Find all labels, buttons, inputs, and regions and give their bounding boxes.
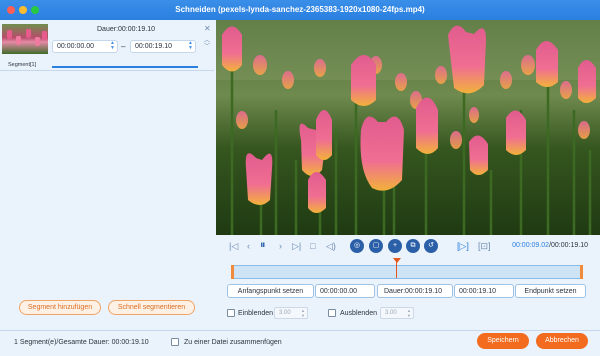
fade-in-label: Einblenden — [238, 310, 274, 317]
quick-split-button[interactable]: Schnell segmentieren — [108, 300, 195, 315]
segment-duration: Dauer:00:00:19.10 — [97, 26, 155, 33]
segment-card[interactable]: Dauer:00:00:19.10 00:00:00.00 ▲ ▼ – 00:00… — [2, 24, 212, 80]
duration-value: Dauer:00:00:19.10 — [384, 288, 442, 295]
volume-icon[interactable]: ◁) — [326, 241, 336, 252]
fade-in-duration[interactable]: 3.00 ▲ ▼ — [274, 307, 308, 319]
fade-in-stepper-icon[interactable]: ▲ ▼ — [301, 308, 305, 318]
fade-out-stepper-icon[interactable]: ▲ ▼ — [407, 308, 411, 318]
reset-icon[interactable]: ↺ — [424, 239, 438, 253]
loop-segment-icon[interactable]: [⊡] — [478, 241, 491, 252]
segment-label: Segment[1] — [8, 62, 37, 68]
total-time: /00:00:19.10 — [549, 242, 588, 249]
fade-out-checkbox[interactable] — [328, 309, 336, 317]
save-button[interactable]: Speichern — [477, 333, 529, 349]
time-display: 00:00:09.02/00:00:19.10 — [512, 242, 588, 249]
timeline-track[interactable] — [231, 258, 583, 279]
delete-segment-icon[interactable]: ✕ — [204, 24, 211, 33]
crop-icon[interactable]: ▢ — [369, 239, 383, 253]
title-bar: Schneiden (pexels-lynda-sanchez-2365383-… — [0, 0, 600, 20]
segment-start-field[interactable]: 00:00:00.00 ▲ ▼ — [52, 40, 118, 53]
merge-checkbox[interactable] — [171, 338, 179, 346]
end-time-value: 00:00:19.10 — [459, 288, 496, 295]
playhead[interactable] — [393, 258, 401, 278]
summary-text: 1 Segment(e)/Gesamte Dauer: 00:00:19.10 — [14, 339, 149, 346]
previous-frame-icon[interactable]: ‹ — [247, 241, 250, 251]
timeline-end-handle[interactable] — [580, 265, 583, 279]
segment-end-field[interactable]: 00:00:19.10 ▲ ▼ — [130, 40, 196, 53]
fade-toggle-icon[interactable]: ◎ — [350, 239, 364, 253]
video-preview[interactable] — [216, 20, 600, 235]
add-segment-button[interactable]: Segment hinzufügen — [19, 300, 101, 315]
duration-field: Dauer:00:00:19.10 — [377, 284, 453, 298]
merge-label: Zu einer Datei zusammenfügen — [184, 339, 282, 346]
segment-start-stepper-icon[interactable]: ▲ ▼ — [110, 41, 115, 51]
window-title: Schneiden (pexels-lynda-sanchez-2365383-… — [175, 5, 425, 14]
add-marker-icon[interactable]: + — [388, 239, 402, 253]
cancel-button[interactable]: Abbrechen — [536, 333, 588, 349]
fade-out-value: 3.00 — [385, 310, 397, 316]
playback-controls: |◁ ‹ ⏸ › ▷| □ ◁) ◎ ▢ + ⧉ ↺ [▷] [⊡] 00:00… — [216, 235, 600, 259]
current-time: 00:00:09.02 — [512, 242, 550, 249]
segment-start-value: 00:00:00.00 — [57, 43, 94, 50]
fade-in-checkbox[interactable] — [227, 309, 235, 317]
segment-end-stepper-icon[interactable]: ▲ ▼ — [188, 41, 193, 51]
segment-thumbnail — [2, 24, 48, 54]
tulip-frame — [216, 20, 600, 235]
go-to-start-icon[interactable]: |◁ — [229, 241, 238, 252]
set-start-button[interactable]: Anfangspunkt setzen — [227, 284, 314, 298]
start-time-value: 00:00:00.00 — [320, 288, 357, 295]
footer-divider — [0, 330, 600, 331]
segment-end-value: 00:00:19.10 — [135, 43, 172, 50]
set-end-button[interactable]: Endpunkt setzen — [515, 284, 586, 298]
go-to-end-icon[interactable]: ▷| — [292, 241, 301, 252]
segment-divider — [0, 70, 214, 71]
stop-icon[interactable]: □ — [310, 241, 315, 251]
next-frame-icon[interactable]: › — [279, 241, 282, 251]
pause-icon[interactable]: ⏸ — [260, 239, 266, 252]
trim-settings-row: Anfangspunkt setzen 00:00:00.00 Dauer:00… — [227, 284, 586, 298]
segment-panel: Dauer:00:00:19.10 00:00:00.00 ▲ ▼ – 00:00… — [0, 20, 216, 330]
play-segment-icon[interactable]: [▷] — [457, 241, 469, 252]
end-time-field[interactable]: 00:00:19.10 — [454, 284, 514, 298]
fade-out-duration[interactable]: 3.00 ▲ ▼ — [380, 307, 414, 319]
move-down-icon[interactable]: ﹀ — [204, 41, 210, 50]
start-time-field[interactable]: 00:00:00.00 — [315, 284, 375, 298]
range-separator: – — [121, 42, 126, 51]
cut-dialog: Schneiden (pexels-lynda-sanchez-2365383-… — [0, 0, 600, 356]
segment-progress-bar — [52, 66, 198, 68]
fade-in-value: 3.00 — [279, 310, 291, 316]
copy-segment-icon[interactable]: ⧉ — [406, 239, 420, 253]
fade-out-label: Ausblenden — [340, 310, 377, 317]
timeline-start-handle[interactable] — [231, 265, 234, 279]
